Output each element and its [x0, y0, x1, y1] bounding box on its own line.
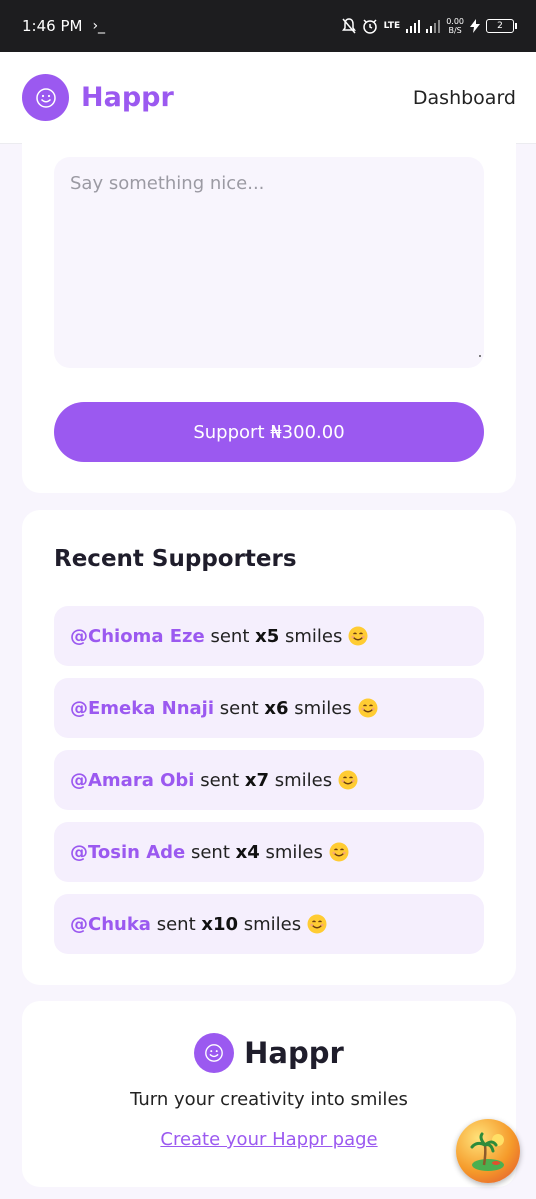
dashboard-link[interactable]: Dashboard	[413, 87, 516, 109]
smile-count: x7	[244, 769, 270, 791]
terminal-icon: ›_	[92, 18, 106, 34]
signal-2-icon	[426, 20, 441, 33]
list-item: @Emeka Nnaji sent x6 smiles	[54, 678, 484, 738]
supporters-list: @Chioma Eze sent x5 smiles @Emeka Nnaji …	[54, 606, 484, 966]
smile-count: x10	[201, 913, 239, 935]
brand[interactable]: Happr	[22, 74, 174, 121]
smiling-face-icon	[358, 698, 378, 718]
supporter-name: @Emeka Nnaji	[70, 697, 215, 719]
list-item: @Chioma Eze sent x5 smiles	[54, 606, 484, 666]
smile-count: x5	[255, 625, 280, 647]
smiling-face-icon	[338, 770, 358, 790]
signal-icon	[406, 20, 421, 33]
status-bar: 1:46 PM ›_ LTE 0.00 B/S 2	[0, 0, 536, 52]
network-type: LTE	[383, 21, 401, 31]
section-title: Recent Supporters	[54, 546, 297, 572]
footer-card: Happr Turn your creativity into smiles C…	[22, 1001, 516, 1187]
recent-supporters-card: Recent Supporters @Chioma Eze sent x5 sm…	[22, 510, 516, 985]
create-page-link[interactable]: Create your Happr page	[22, 1129, 516, 1150]
footer-brand: Happr	[22, 1033, 516, 1073]
list-item: @Chuka sent x10 smiles	[54, 894, 484, 954]
alarm-icon	[362, 19, 377, 34]
smiling-face-icon	[329, 842, 349, 862]
footer-brand-name: Happr	[244, 1036, 344, 1070]
smiley-icon	[194, 1033, 235, 1073]
supporter-name: @Chioma Eze	[70, 625, 205, 647]
support-form-card: Support ₦300.00	[22, 125, 516, 493]
charging-icon	[470, 19, 480, 33]
support-button[interactable]: Support ₦300.00	[54, 402, 484, 462]
smile-count: x4	[235, 841, 260, 863]
resize-handle[interactable]	[479, 355, 481, 357]
notifications-off-icon	[341, 18, 356, 34]
floating-bubble-button[interactable]	[456, 1119, 520, 1183]
smiley-icon	[22, 74, 69, 121]
status-time: 1:46 PM	[22, 17, 83, 35]
smiling-face-icon	[307, 914, 327, 934]
supporter-name: @Amara Obi	[70, 769, 195, 791]
message-input[interactable]	[54, 157, 484, 368]
battery-icon: 2	[486, 19, 517, 33]
footer-tagline: Turn your creativity into smiles	[130, 1089, 408, 1110]
brand-name: Happr	[81, 82, 174, 113]
smile-count: x6	[264, 697, 289, 719]
palm-island-icon	[470, 1132, 504, 1171]
list-item: @Amara Obi sent x7 smiles	[54, 750, 484, 810]
supporter-name: @Chuka	[70, 913, 151, 935]
network-speed: 0.00 B/S	[446, 17, 464, 35]
supporter-name: @Tosin Ade	[70, 841, 186, 863]
smiling-face-icon	[348, 626, 368, 646]
list-item: @Tosin Ade sent x4 smiles	[54, 822, 484, 882]
